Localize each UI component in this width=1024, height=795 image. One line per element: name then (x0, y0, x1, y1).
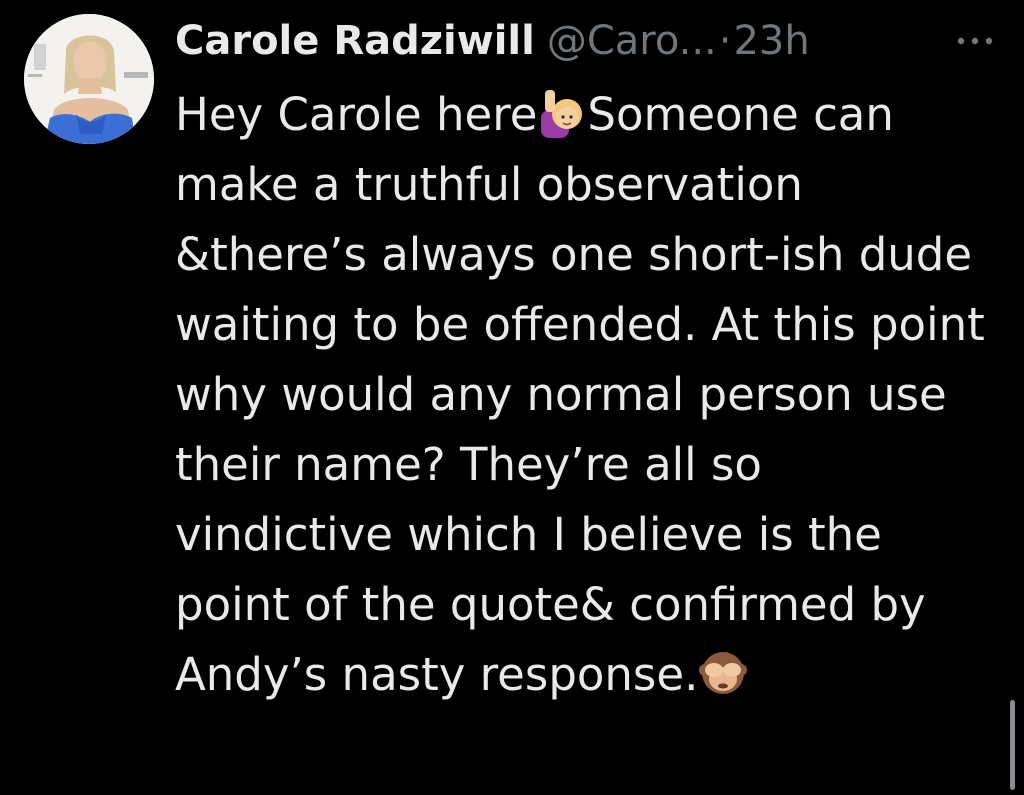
author-handle[interactable]: @Caro... (547, 10, 717, 72)
tweet-text-part-1: Hey Carole here (175, 88, 538, 141)
author-display-name[interactable]: Carole Radziwill (175, 10, 535, 72)
tweet-text-part-2: Someone can make a truthful observation … (175, 88, 985, 701)
person-raising-hand-emoji (537, 88, 587, 138)
tweet-header: Carole Radziwill @Caro... · 23h (175, 10, 810, 72)
header-separator: · (718, 18, 732, 64)
scrollbar-thumb[interactable] (1010, 700, 1015, 790)
tweet-text: Hey Carole here Someone can make a truth… (175, 80, 990, 710)
profile-photo (24, 14, 154, 144)
see-no-evil-monkey-emoji (698, 648, 748, 698)
more-horizontal-icon[interactable] (952, 26, 998, 56)
tweet-timestamp[interactable]: 23h (733, 10, 809, 72)
tweet[interactable]: Carole Radziwill @Caro... · 23h Hey Caro… (0, 0, 1024, 795)
author-avatar[interactable] (24, 14, 154, 144)
